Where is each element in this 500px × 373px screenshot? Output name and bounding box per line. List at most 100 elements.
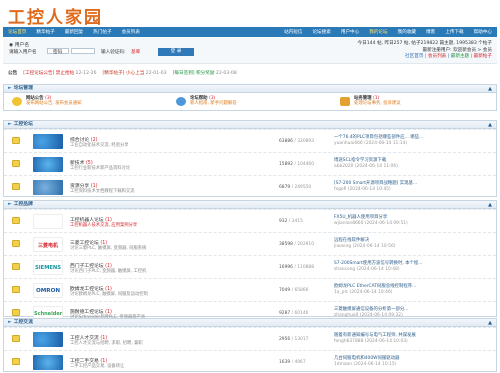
forum-row[interactable]: 综合讨论 (2) 工业自动化技术交流, 经验分享 63886 / 320893 … — [4, 129, 496, 152]
announcement-item[interactable]: [工控论坛公告] 禁止抢帖 22-12-26 — [23, 70, 96, 76]
section-bullet-icon: ► — [8, 202, 12, 207]
forum-cell[interactable]: 站务管理 (1) 处理论坛事务, 投诉建议 — [332, 96, 496, 106]
last-post[interactable]: 博途SCL指令学习资源下载 abb2020 (2024-06-14 11:06) — [334, 158, 398, 170]
nav-usercenter[interactable]: 用户中心 — [336, 29, 364, 35]
code-label: 输入验证码: — [101, 50, 126, 55]
siemens-logo[interactable]: SIEMENS — [33, 260, 63, 275]
last-post-user[interactable]: 1a_plc (2024-06-14 10:46) — [334, 290, 416, 296]
announcement-date: 22-01-03 — [145, 71, 167, 76]
forum-row[interactable]: 工控二手交易 (1) 二手工控产品交易, 设备转让 1639 / 4967 几台… — [4, 350, 496, 373]
last-post[interactable]: FX5U_机器人使用项目分享 wjianlon8660 (2024-06-14 0… — [334, 215, 408, 227]
section-title: 工控品牌 — [13, 202, 33, 207]
folder-icon — [12, 358, 20, 365]
forum-counts: 16996 / 110888 — [279, 265, 315, 270]
folder-icon — [12, 183, 20, 190]
link-latest-topics[interactable]: 最新主题 — [451, 54, 469, 59]
collapse-icon[interactable]: ▲ — [488, 121, 492, 129]
link-members[interactable]: 会员列表 — [428, 54, 446, 59]
section-title: 工控交流 — [13, 320, 33, 325]
forum-desc: 工控机器人技术交流, 应用案例分享 — [70, 223, 138, 228]
forum-counts: 6879 / 249550 — [279, 185, 312, 190]
username-label: 请输入用户名 — [9, 50, 37, 55]
nav-search[interactable]: 论坛搜索 — [307, 29, 335, 35]
nav-download[interactable]: 上传下载 — [440, 29, 468, 35]
site-logo[interactable]: 工控人家园 — [8, 3, 103, 28]
last-post[interactable]: 一个76.4的PLC项目包括哪些部件应... 哪些... yuanhuai666 … — [334, 135, 423, 147]
stats-line1: 今日144 帖, 昨日257 帖, 帖子219822 篇主题, 1995383 … — [357, 41, 492, 46]
forum-thumbnail[interactable] — [33, 134, 63, 149]
link-home[interactable]: 社区首页 — [405, 54, 423, 59]
last-post[interactable]: S7-200Smart使用方波信号转换时, 本个程... shancong (20… — [334, 261, 423, 273]
logo-text: SIEMENS — [35, 265, 61, 271]
nav-messages[interactable]: 站内短信 — [279, 29, 307, 35]
nav-help[interactable]: 帮助中心 — [469, 29, 497, 35]
last-post-user[interactable]: yuanhuai666 (2024-06-14 11:14) — [334, 141, 423, 147]
last-post-user[interactable]: abb2020 (2024-06-14 11:06) — [334, 164, 398, 170]
link-latest-posts[interactable]: 最新帖子 — [474, 54, 492, 59]
forum-row[interactable]: OMRON 欧姆龙工控论坛 (1) 讨论欧姆龙PLC, 触摸屏, 伺服及运动控制… — [4, 278, 496, 301]
nav-latest[interactable]: 最新回复 — [60, 29, 88, 35]
forum-cell[interactable]: 网站公告 (3) 发布网站公告, 发布会员通知 — [4, 96, 168, 106]
forum-thumbnail[interactable] — [33, 157, 63, 172]
announcement-title[interactable]: [精华帖子] 小心上当 — [103, 71, 145, 76]
mitsubishi-logo[interactable]: 三菱电机 — [33, 237, 63, 252]
last-post-user[interactable]: fxgofi (2024-06-14 10:45) — [334, 187, 417, 193]
nav-members[interactable]: 会员列表 — [117, 29, 145, 35]
forum-desc: 讨论欧姆龙PLC, 触摸屏, 伺服及运动控制 — [70, 292, 148, 297]
folder-icon — [12, 217, 20, 224]
announcement-title[interactable]: [工控论坛公告] 禁止抢帖 — [23, 71, 74, 76]
robot-forum-thumbnail[interactable] — [33, 214, 63, 229]
forum-cell[interactable]: 论坛帮助 (3) 新人指南, 新手问题解答 — [168, 96, 332, 106]
section-header[interactable]: ► 工控交流 ▲ — [4, 319, 496, 327]
forum-counts: 38598 / 202910 — [279, 242, 315, 247]
forum-desc: 二手工控产品交易, 设备转让 — [70, 364, 125, 369]
forum-thumbnail[interactable] — [33, 332, 63, 347]
forum-counts: 2956 / 13017 — [279, 337, 309, 342]
user-icon: ◉ — [9, 43, 14, 48]
login-button[interactable]: 登 录 — [158, 48, 194, 56]
forum-thumbnail[interactable] — [33, 355, 63, 370]
forum-row[interactable]: SIEMENS 西门子工控论坛 (1) 讨论西门子PLC, 变频器, 触摸屏, … — [4, 255, 496, 278]
featured-forums: 网站公告 (3) 发布网站公告, 发布会员通知 论坛帮助 (3) 新人指南, 新手问… — [4, 93, 496, 109]
last-post-user[interactable]: jiaoxing (2024-06-14 10:56) — [334, 244, 395, 250]
omron-logo[interactable]: OMRON — [33, 283, 63, 298]
announcement-item[interactable]: [每日签到] 积分奖励 22-03-08 — [173, 70, 237, 76]
last-post-user[interactable]: wjianlon8660 (2024-06-14 09:51) — [334, 221, 408, 227]
section-title: 论坛管理 — [13, 86, 33, 91]
last-post[interactable]: 欧姆龙PLC EtherCAT伺服总线控制程序... 1a_plc (2024-0… — [334, 284, 416, 296]
section-header[interactable]: ► 工控论坛 ▲ — [4, 121, 496, 129]
last-post[interactable]: 几台伺服电机和400W伺服驱动器 1dmaan (2024-06-14 10:15… — [334, 356, 399, 368]
nav-favorites[interactable]: 我的收藏 — [393, 29, 421, 35]
forum-row[interactable]: 工控人才交流 (1) 工控人才交流与招聘, 求职, 招聘, 兼职 2956 / … — [4, 327, 496, 350]
section-brands: ► 工控品牌 ▲ 工控机器人论坛 (1) 工控机器人技术交流, 应用案例分享 932… — [3, 200, 497, 321]
announcement-icon — [12, 97, 22, 106]
collapse-icon[interactable]: ▲ — [488, 319, 492, 327]
forum-row[interactable]: 资源分享 (1) 工控资料技术文档教程下载和交流 6879 / 249550 [… — [4, 175, 496, 198]
folder-icon — [12, 309, 20, 316]
forum-desc: 工控人才交流与招聘, 求职, 招聘, 兼职 — [70, 341, 143, 346]
forum-row[interactable]: 工控机器人论坛 (1) 工控机器人技术交流, 应用案例分享 932 / 3415… — [4, 209, 496, 232]
forum-row[interactable]: 三菱电机 三菱工控论坛 (1) 讨论三菱PLC, 触摸屏, 变频器, 伺服系统 … — [4, 232, 496, 255]
nav-hot[interactable]: 热门帖子 — [88, 29, 116, 35]
password-input[interactable] — [71, 48, 95, 54]
forum-row[interactable]: 新技术 (5) 工控行业新技术新产品资料讨论 15892 / 104460 博途… — [4, 152, 496, 175]
forum-thumbnail[interactable] — [33, 180, 63, 195]
announcement-label: 公告 — [8, 71, 18, 76]
last-post[interactable]: [S7-200 Smart开源项目战略题] 实现基... fxgofi (2024… — [334, 181, 417, 193]
collapse-icon[interactable]: ▲ — [488, 85, 492, 93]
nav-myforum[interactable]: 我的论坛 — [364, 29, 392, 35]
last-post[interactable]: 随着有新通知编号与电气工程师, 共谋发展 fengh637888 (2024-06… — [334, 333, 416, 345]
collapse-icon[interactable]: ▲ — [488, 201, 492, 209]
announcement-item[interactable]: [精华帖子] 小心上当 22-01-03 — [103, 70, 167, 76]
section-bullet-icon: ► — [8, 320, 12, 325]
last-post-user[interactable]: fengh637888 (2024-06-14 10:03) — [334, 339, 416, 345]
section-header[interactable]: ► 论坛管理 ▲ — [4, 85, 496, 93]
section-header[interactable]: ► 工控品牌 ▲ — [4, 201, 496, 209]
last-post-user[interactable]: 1dmaan (2024-06-14 10:15) — [334, 362, 399, 368]
nav-best[interactable]: 精华帖子 — [31, 29, 59, 35]
nav-home[interactable]: 论坛首页 — [3, 29, 31, 35]
last-post-user[interactable]: shancong (2024-06-14 10:48) — [334, 267, 423, 273]
nav-blog[interactable]: 博客 — [421, 29, 440, 35]
announcement-title[interactable]: [每日签到] 积分奖励 — [173, 71, 215, 76]
last-post[interactable]: 远程在线软件解决 jiaoxing (2024-06-14 10:56) — [334, 238, 395, 250]
